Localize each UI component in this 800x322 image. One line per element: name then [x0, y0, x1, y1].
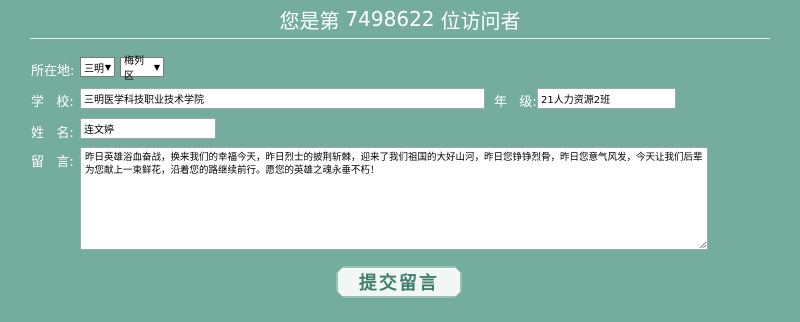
- city-select[interactable]: 三明 ▼: [80, 57, 115, 77]
- message-textarea[interactable]: 昨日英雄浴血奋战，换来我们的幸福今天，昨日烈士的披荆斩棘，迎来了我们祖国的大好山…: [80, 147, 708, 250]
- grade-input[interactable]: 21人力资源2班: [537, 88, 676, 109]
- name-label: 姓 名:: [31, 126, 74, 141]
- location-label: 所在地:: [31, 64, 75, 79]
- name-input-value: 连文婷: [84, 125, 114, 136]
- chevron-down-icon: ▼: [104, 62, 111, 72]
- message-text: 昨日英雄浴血奋战，换来我们的幸福今天，昨日烈士的披荆斩棘，迎来了我们祖国的大好山…: [85, 152, 703, 176]
- visitor-suffix: 位访问者: [440, 8, 521, 33]
- visitor-count: 7498622: [345, 7, 435, 31]
- school-input[interactable]: 三明医学科技职业技术学院: [80, 88, 485, 109]
- visitor-prefix: 您是第: [279, 8, 340, 33]
- visitor-counter-header: 您是第 7498622 位访问者: [0, 0, 800, 38]
- school-label: 学 校:: [31, 95, 74, 110]
- district-select[interactable]: 梅列区 ▼: [120, 56, 164, 82]
- message-label: 留 言:: [31, 155, 74, 170]
- submit-button-label: 提交留言: [359, 273, 439, 294]
- chevron-down-icon: ▼: [153, 62, 160, 72]
- school-input-value: 三明医学科技职业技术学院: [84, 95, 204, 106]
- district-select-value: 梅列区: [124, 56, 144, 82]
- grade-input-value: 21人力资源2班: [541, 95, 611, 106]
- city-select-value: 三明: [84, 63, 104, 75]
- grade-label: 年 级:: [494, 95, 537, 110]
- name-input[interactable]: 连文婷: [80, 118, 216, 139]
- submit-message-button[interactable]: 提交留言: [336, 266, 462, 298]
- resize-handle-icon[interactable]: [698, 240, 706, 248]
- header-divider: [30, 38, 770, 39]
